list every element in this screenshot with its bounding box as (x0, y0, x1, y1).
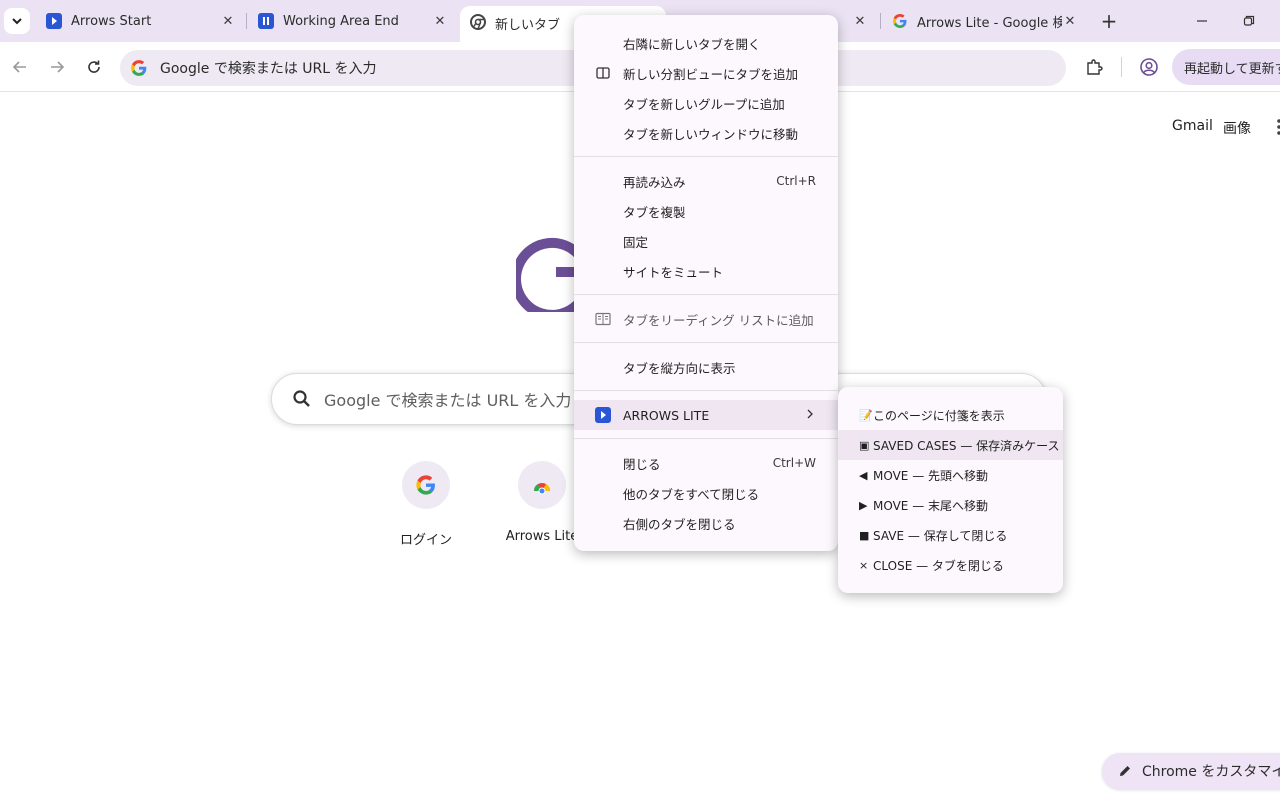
restore-button[interactable] (1235, 8, 1263, 34)
tab-separator (880, 13, 881, 29)
chevron-right-icon (806, 408, 814, 422)
arrow-left-icon (12, 61, 26, 73)
menu-item-reading-list[interactable]: タブをリーディング リストに追加 (574, 304, 838, 334)
triangle-right-icon: ▶ (859, 498, 868, 512)
menu-item-close-right[interactable]: 右側のタブを閉じる (574, 508, 838, 538)
minimize-icon (1197, 20, 1207, 22)
menu-separator (574, 294, 838, 295)
reading-list-icon (595, 311, 611, 327)
submenu-item-close-tab[interactable]: × CLOSE — タブを閉じる (838, 550, 1063, 580)
menu-item-add-to-group[interactable]: タブを新しいグループに追加 (574, 88, 838, 118)
search-placeholder: Google で検索または URL を入力 (324, 391, 572, 410)
menu-item-move-to-window[interactable]: タブを新しいウィンドウに移動 (574, 118, 838, 148)
menu-item-vertical-tabs[interactable]: タブを縦方向に表示 (574, 352, 838, 382)
arrows-lite-submenu: 📝 このページに付箋を表示 ▣ SAVED CASES — 保存済みケース ◀ … (838, 387, 1063, 593)
split-view-icon (595, 65, 611, 81)
google-icon (131, 60, 147, 76)
restart-update-button[interactable]: 再起動して更新する (1172, 49, 1280, 85)
menu-item-new-tab-right[interactable]: 右隣に新しいタブを開く (574, 28, 838, 58)
tab-separator (246, 13, 247, 29)
google-icon (893, 14, 907, 28)
close-icon: × (859, 558, 869, 572)
close-icon[interactable]: ✕ (1062, 13, 1078, 29)
tab-working-area-end[interactable]: Working Area End ✕ (248, 6, 458, 36)
restore-icon (1243, 15, 1255, 26)
customize-chrome-button[interactable]: Chrome をカスタマイズ (1102, 753, 1280, 789)
triangle-left-icon: ◀ (859, 468, 868, 482)
google-icon (416, 475, 435, 495)
tab-context-menu: 右隣に新しいタブを開く 新しい分割ビューにタブを追加 タブを新しいグループに追加… (574, 15, 838, 551)
pause-icon (258, 13, 274, 29)
profile-icon (1140, 58, 1158, 76)
tab-title: Arrows Start (71, 13, 152, 29)
menu-separator (574, 390, 838, 391)
tab-search-button[interactable] (4, 8, 30, 34)
pencil-icon (1120, 766, 1130, 776)
chevron-down-icon (12, 18, 22, 25)
address-bar-text: Google で検索または URL を入力 (160, 61, 377, 77)
tab-arrows-lite-google[interactable]: Arrows Lite - Google 検索 ✕ (882, 6, 1088, 36)
menu-item-close[interactable]: 閉じる Ctrl+W (574, 448, 838, 478)
menu-item-close-others[interactable]: 他のタブをすべて閉じる (574, 478, 838, 508)
tab-title: Working Area End (283, 13, 399, 29)
menu-item-arrows-lite[interactable]: ARROWS LITE (574, 400, 838, 430)
back-button[interactable] (7, 54, 33, 80)
close-icon[interactable]: ✕ (220, 13, 236, 29)
shortcut-icon (402, 461, 450, 509)
puzzle-icon (1087, 59, 1103, 75)
menu-separator (574, 156, 838, 157)
toolbar-divider (1121, 57, 1122, 77)
square-icon: ■ (859, 528, 870, 542)
tab-partial[interactable]: ✕ (838, 6, 882, 36)
new-tab-button[interactable]: + (1097, 9, 1121, 33)
customize-label: Chrome をカスタマイズ (1142, 764, 1280, 780)
reload-icon (88, 60, 100, 73)
close-icon[interactable]: ✕ (432, 13, 448, 29)
menu-item-add-split-view[interactable]: 新しい分割ビューにタブを追加 (574, 58, 838, 88)
reload-button[interactable] (81, 54, 107, 80)
profile-button[interactable] (1136, 54, 1162, 80)
images-link[interactable]: 画像 (1223, 118, 1251, 138)
submenu-item-move-first[interactable]: ◀ MOVE — 先頭へ移動 (838, 460, 1063, 490)
memo-icon: 📝 (859, 408, 873, 422)
submenu-item-save-close[interactable]: ■ SAVE — 保存して閉じる (838, 520, 1063, 550)
shortcut-login[interactable]: ログイン (376, 461, 476, 548)
forward-button[interactable] (44, 54, 70, 80)
shortcut-label: ログイン (399, 533, 452, 548)
extensions-button[interactable] (1081, 54, 1107, 80)
menu-item-duplicate[interactable]: タブを複製 (574, 196, 838, 226)
submenu-item-saved-cases[interactable]: ▣ SAVED CASES — 保存済みケース (838, 430, 1063, 460)
chrome-icon (470, 14, 486, 30)
arrows-play-icon (46, 13, 62, 29)
submenu-item-move-last[interactable]: ▶ MOVE — 末尾へ移動 (838, 490, 1063, 520)
menu-separator (574, 342, 838, 343)
close-icon[interactable]: ✕ (852, 13, 868, 29)
submenu-item-show-sticky[interactable]: 📝 このページに付箋を表示 (838, 400, 1063, 430)
tab-title: Arrows Lite - Google 検索 (917, 15, 1062, 31)
menu-item-mute-site[interactable]: サイトをミュート (574, 256, 838, 286)
tab-arrows-start[interactable]: Arrows Start ✕ (36, 6, 246, 36)
minimize-button[interactable] (1188, 8, 1216, 34)
menu-item-pin[interactable]: 固定 (574, 226, 838, 256)
apps-grid-icon[interactable] (1272, 118, 1280, 138)
menu-separator (574, 438, 838, 439)
arrows-play-icon (595, 407, 611, 423)
card-icon: ▣ (859, 438, 870, 452)
arrow-right-icon (51, 61, 65, 73)
chrome-icon (533, 483, 551, 495)
menu-item-reload[interactable]: 再読み込み Ctrl+R (574, 166, 838, 196)
search-icon (293, 390, 310, 407)
gmail-link[interactable]: Gmail (1172, 118, 1213, 134)
shortcut-icon (518, 461, 566, 509)
